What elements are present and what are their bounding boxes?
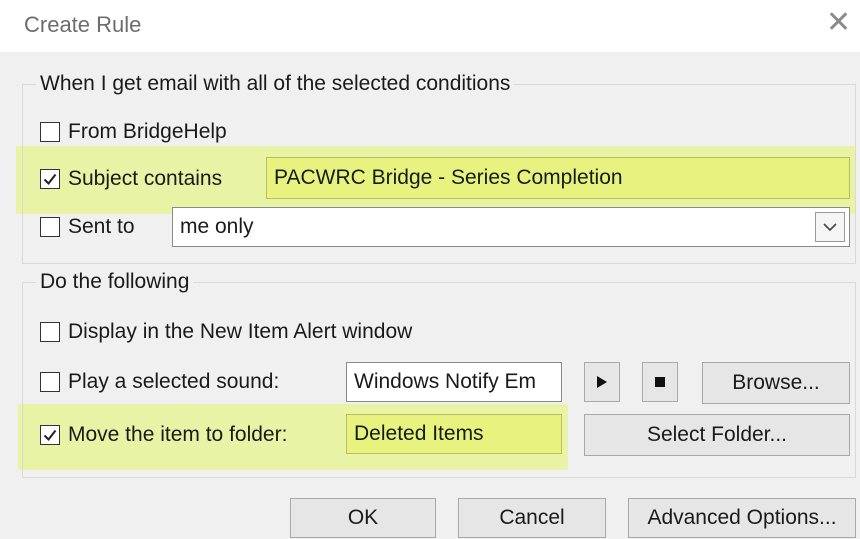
sound-checkbox[interactable] [40,372,60,392]
advanced-options-button[interactable]: Advanced Options... [628,498,856,538]
alert-label: Display in the New Item Alert window [68,320,413,343]
checkmark-icon [43,429,57,442]
subject-input[interactable]: PACWRC Bridge - Series Completion [266,157,850,199]
dialog-title: Create Rule [24,12,142,37]
ok-button[interactable]: OK [290,498,436,538]
title-bar: Create Rule ✕ [0,0,860,52]
subject-value: PACWRC Bridge - Series Completion [274,166,623,189]
sent-to-select[interactable]: me only [172,207,850,247]
chevron-down-icon [823,223,837,232]
alert-row: Display in the New Item Alert window [40,318,412,346]
move-checkbox[interactable] [40,425,60,445]
sent-to-row: Sent to [40,213,135,241]
cancel-button[interactable]: Cancel [458,498,606,538]
stop-icon [655,377,665,387]
play-button[interactable] [584,362,620,402]
move-folder-value: Deleted Items [354,422,484,445]
from-checkbox[interactable] [40,122,60,142]
browse-button[interactable]: Browse... [702,362,850,404]
sent-to-label: Sent to [68,215,135,238]
close-icon[interactable]: ✕ [826,8,851,38]
play-icon [597,376,607,388]
from-label: From BridgeHelp [68,120,227,143]
sent-to-checkbox[interactable] [40,217,60,237]
sent-to-value: me only [180,215,254,238]
sound-input[interactable]: Windows Notify Em [346,362,562,402]
alert-checkbox[interactable] [40,322,60,342]
conditions-legend: When I get email with all of the selecte… [36,71,515,97]
move-label: Move the item to folder: [68,423,288,446]
subject-row: Subject contains [40,165,222,193]
from-row: From BridgeHelp [40,118,227,146]
move-row: Move the item to folder: [40,421,287,449]
sound-row: Play a selected sound: [40,368,279,396]
move-folder-input[interactable]: Deleted Items [346,414,562,454]
sent-to-dropdown-button[interactable] [815,212,845,242]
stop-button[interactable] [642,362,678,402]
subject-label: Subject contains [68,167,223,190]
select-folder-button[interactable]: Select Folder... [584,414,850,456]
subject-checkbox[interactable] [40,169,60,189]
sound-value: Windows Notify Em [354,370,537,393]
sound-label: Play a selected sound: [68,370,280,393]
actions-legend: Do the following [36,269,194,295]
checkmark-icon [43,173,57,186]
